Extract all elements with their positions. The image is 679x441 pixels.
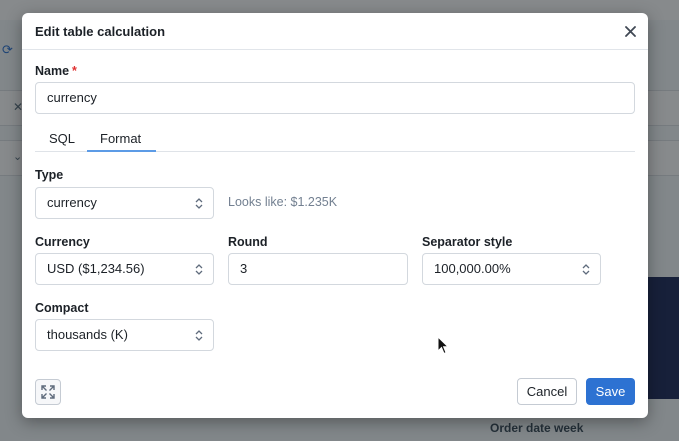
separator-style-label: Separator style [422, 235, 513, 249]
caret-updown-icon [195, 198, 203, 209]
name-label-text: Name [35, 64, 70, 78]
type-select[interactable]: currency [35, 187, 214, 219]
name-input[interactable]: currency [35, 82, 635, 114]
caret-updown-icon [582, 264, 590, 275]
name-label: Name * [35, 64, 77, 78]
compact-select-value: thousands (K) [47, 327, 128, 342]
save-button[interactable]: Save [586, 378, 635, 405]
cancel-button[interactable]: Cancel [517, 378, 577, 405]
dialog-title: Edit table calculation [35, 24, 166, 39]
caret-updown-icon [195, 264, 203, 275]
round-label: Round [228, 235, 268, 249]
edit-table-calculation-dialog: Edit table calculation Name * currency SQ… [22, 13, 648, 418]
separator-style-value: 100,000.00% [434, 261, 511, 276]
mouse-cursor-icon [437, 336, 449, 355]
caret-updown-icon [195, 330, 203, 341]
close-icon [624, 25, 636, 37]
currency-select-value: USD ($1,234.56) [47, 261, 145, 276]
compact-label: Compact [35, 301, 89, 315]
type-select-value: currency [47, 195, 97, 210]
expand-button[interactable] [35, 379, 61, 405]
currency-select[interactable]: USD ($1,234.56) [35, 253, 214, 285]
expand-icon [41, 385, 55, 399]
close-button[interactable] [620, 21, 640, 41]
tab-sql[interactable]: SQL [49, 131, 75, 146]
type-label: Type [35, 168, 64, 182]
format-preview-hint: Looks like: $1.235K [228, 195, 338, 209]
currency-label: Currency [35, 235, 90, 249]
separator-style-select[interactable]: 100,000.00% [422, 253, 601, 285]
compact-select[interactable]: thousands (K) [35, 319, 214, 351]
required-mark: * [72, 64, 77, 78]
tab-format[interactable]: Format [100, 131, 141, 146]
round-input[interactable]: 3 [228, 253, 408, 285]
dialog-header: Edit table calculation [22, 13, 648, 50]
calculation-tabs: SQL Format [35, 129, 635, 152]
active-tab-indicator [87, 150, 156, 152]
